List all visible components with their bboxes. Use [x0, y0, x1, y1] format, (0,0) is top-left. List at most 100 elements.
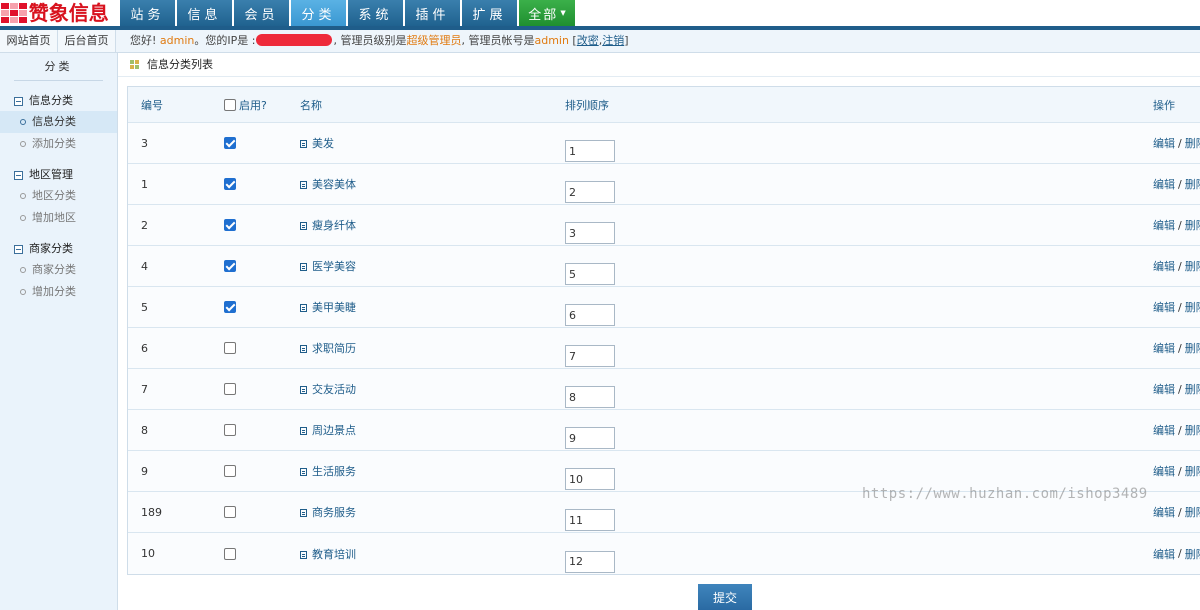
delete-link[interactable]: 删除 — [1185, 258, 1200, 274]
sidebar-item-merchant-category[interactable]: 商家分类 — [0, 259, 117, 281]
sidebar-group-header[interactable]: 地区管理 — [0, 165, 117, 185]
sidebar-group-header[interactable]: 商家分类 — [0, 239, 117, 259]
enabled-checkbox[interactable] — [224, 301, 236, 313]
delete-link[interactable]: 删除 — [1185, 504, 1200, 520]
nav-tab-all-label: 全部 — [528, 7, 559, 23]
category-name-link[interactable]: 医学美容 — [312, 258, 356, 274]
edit-link[interactable]: 编辑 — [1153, 546, 1175, 562]
submit-button[interactable]: 提交 — [698, 584, 752, 610]
enabled-checkbox[interactable] — [224, 547, 236, 560]
enabled-checkbox[interactable] — [224, 424, 236, 436]
category-name-link[interactable]: 美发 — [312, 135, 334, 151]
edit-link[interactable]: 编辑 — [1153, 422, 1175, 438]
sort-order-input[interactable] — [565, 222, 615, 244]
edit-link[interactable]: 编辑 — [1153, 217, 1175, 233]
document-icon — [300, 468, 307, 476]
cell-name[interactable]: 医学美容 — [300, 246, 356, 286]
cell-name[interactable]: 交友活动 — [300, 369, 356, 409]
nav-tab-site[interactable]: 站务 — [120, 0, 177, 26]
nav-tab-info[interactable]: 信息 — [177, 0, 234, 26]
greeting-account: admin — [534, 34, 569, 47]
cell-name[interactable]: 生活服务 — [300, 451, 356, 491]
delete-link[interactable]: 删除 — [1185, 135, 1200, 151]
sidebar-item-add-region[interactable]: 增加地区 — [0, 207, 117, 229]
delete-link[interactable]: 删除 — [1185, 176, 1200, 192]
delete-link[interactable]: 删除 — [1185, 422, 1200, 438]
edit-link[interactable]: 编辑 — [1153, 463, 1175, 479]
delete-link[interactable]: 删除 — [1185, 217, 1200, 233]
enabled-checkbox[interactable] — [224, 383, 236, 395]
sort-order-input[interactable] — [565, 468, 615, 490]
category-name-link[interactable]: 美甲美睫 — [312, 299, 356, 315]
nav-tab-extend[interactable]: 扩展 — [462, 0, 519, 26]
ops-separator: / — [1178, 423, 1182, 437]
category-name-link[interactable]: 周边景点 — [312, 422, 356, 438]
top-bar: 赞象信息 站务 信息 会员 分类 系统 插件 扩展 全部 ▼ — [0, 0, 1200, 26]
edit-link[interactable]: 编辑 — [1153, 258, 1175, 274]
edit-link[interactable]: 编辑 — [1153, 299, 1175, 315]
delete-link[interactable]: 删除 — [1185, 546, 1200, 562]
category-name-link[interactable]: 瘦身纤体 — [312, 217, 356, 233]
sort-order-input[interactable] — [565, 140, 615, 162]
sort-order-input[interactable] — [565, 386, 615, 408]
sort-order-input[interactable] — [565, 181, 615, 203]
sidebar-group-header[interactable]: 信息分类 — [0, 91, 117, 111]
sort-order-input[interactable] — [565, 427, 615, 449]
cell-name[interactable]: 商务服务 — [300, 492, 356, 532]
nav-tab-system[interactable]: 系统 — [348, 0, 405, 26]
delete-link[interactable]: 删除 — [1185, 299, 1200, 315]
sidebar-item-add-merchant-category[interactable]: 增加分类 — [0, 281, 117, 303]
enabled-checkbox[interactable] — [224, 260, 236, 272]
delete-link[interactable]: 删除 — [1185, 381, 1200, 397]
sort-order-input[interactable] — [565, 509, 615, 531]
site-home-link[interactable]: 网站首页 — [0, 30, 58, 52]
admin-home-link[interactable]: 后台首页 — [58, 30, 116, 52]
enabled-checkbox[interactable] — [224, 506, 236, 518]
category-name-link[interactable]: 美容美体 — [312, 176, 356, 192]
logo[interactable]: 赞象信息 — [0, 0, 120, 26]
cell-name[interactable]: 美发 — [300, 123, 334, 163]
cell-id: 2 — [141, 218, 148, 232]
sort-order-input[interactable] — [565, 304, 615, 326]
category-name-link[interactable]: 生活服务 — [312, 463, 356, 479]
nav-tab-plugin[interactable]: 插件 — [405, 0, 462, 26]
header-enabled-label: 启用? — [239, 98, 267, 112]
sort-order-input[interactable] — [565, 345, 615, 367]
cell-name[interactable]: 周边景点 — [300, 410, 356, 450]
category-name-link[interactable]: 商务服务 — [312, 504, 356, 520]
enabled-checkbox[interactable] — [224, 219, 236, 231]
document-icon — [300, 550, 307, 559]
sort-order-input[interactable] — [565, 263, 615, 285]
edit-link[interactable]: 编辑 — [1153, 381, 1175, 397]
cell-order — [565, 369, 615, 409]
category-name-link[interactable]: 教育培训 — [312, 546, 356, 562]
sort-order-input[interactable] — [565, 550, 615, 573]
edit-link[interactable]: 编辑 — [1153, 340, 1175, 356]
category-name-link[interactable]: 交友活动 — [312, 381, 356, 397]
enabled-checkbox[interactable] — [224, 137, 236, 149]
edit-link[interactable]: 编辑 — [1153, 176, 1175, 192]
enabled-checkbox[interactable] — [224, 342, 236, 354]
delete-link[interactable]: 删除 — [1185, 463, 1200, 479]
sidebar-item-add-category[interactable]: 添加分类 — [0, 133, 117, 155]
cell-name[interactable]: 美容美体 — [300, 164, 356, 204]
edit-link[interactable]: 编辑 — [1153, 135, 1175, 151]
enabled-checkbox[interactable] — [224, 178, 236, 190]
enabled-checkbox[interactable] — [224, 465, 236, 477]
sidebar-item-label: 添加分类 — [32, 137, 76, 150]
cell-name[interactable]: 求职简历 — [300, 328, 356, 368]
cell-name[interactable]: 瘦身纤体 — [300, 205, 356, 245]
select-all-checkbox[interactable] — [224, 98, 236, 111]
nav-tab-all[interactable]: 全部 ▼ — [519, 0, 577, 26]
cell-name[interactable]: 教育培训 — [300, 533, 356, 574]
nav-tab-member[interactable]: 会员 — [234, 0, 291, 26]
sidebar-item-region-category[interactable]: 地区分类 — [0, 185, 117, 207]
delete-link[interactable]: 删除 — [1185, 340, 1200, 356]
nav-tab-category[interactable]: 分类 — [291, 0, 348, 26]
change-password-link[interactable]: 改密 — [577, 34, 599, 47]
category-name-link[interactable]: 求职简历 — [312, 340, 356, 356]
edit-link[interactable]: 编辑 — [1153, 504, 1175, 520]
logout-link[interactable]: 注销 — [602, 34, 624, 47]
sidebar-item-info-category[interactable]: 信息分类 — [0, 111, 117, 133]
cell-name[interactable]: 美甲美睫 — [300, 287, 356, 327]
